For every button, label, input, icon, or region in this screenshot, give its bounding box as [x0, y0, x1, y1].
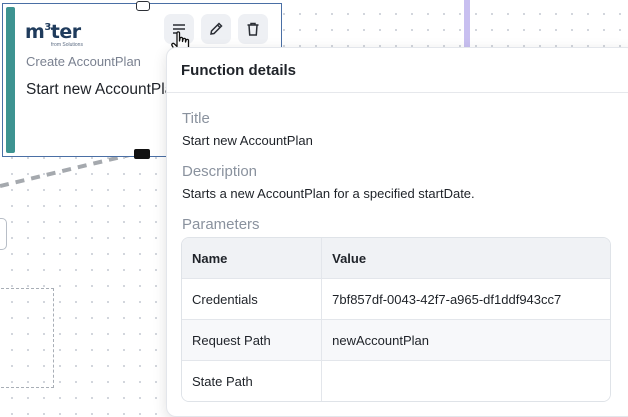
param-name: Credentials [182, 279, 323, 320]
dropzone-placeholder [0, 288, 54, 388]
partial-node[interactable] [0, 218, 7, 250]
popover-title: Function details [181, 61, 297, 79]
trash-icon [247, 22, 259, 36]
param-name: Request Path [182, 320, 323, 361]
node-accent-bar [6, 7, 15, 153]
brand-logo: m3ter from Solutions [25, 21, 83, 48]
edit-button[interactable] [201, 14, 231, 44]
column-header-value: Value [322, 238, 610, 279]
pencil-icon [210, 22, 223, 35]
node-title: Start new AccountPlan [26, 81, 182, 98]
popover-header: Function details [167, 48, 628, 93]
table-header-row: Name Value [182, 238, 610, 279]
param-value: newAccountPlan [322, 320, 610, 361]
node-subtitle: Create AccountPlan [26, 54, 141, 69]
param-value [322, 361, 610, 401]
adjacent-node-edge [464, 0, 470, 50]
title-value: Start new AccountPlan [182, 133, 313, 148]
parameters-label: Parameters [182, 216, 260, 233]
parameters-table: Name Value Credentials 7bf857df-0043-42f… [181, 237, 611, 402]
title-label: Title [182, 110, 210, 127]
table-row: Credentials 7bf857df-0043-42f7-a965-df1d… [182, 279, 610, 320]
table-row: State Path [182, 361, 610, 401]
input-handle[interactable] [136, 1, 150, 11]
output-handle[interactable] [134, 149, 150, 159]
param-value: 7bf857df-0043-42f7-a965-df1ddf943cc7 [322, 279, 610, 320]
function-details-popover: Function details Title Start new Account… [166, 47, 628, 417]
delete-button[interactable] [238, 14, 268, 44]
param-name: State Path [182, 361, 323, 401]
description-value: Starts a new AccountPlan for a specified… [182, 186, 475, 201]
column-header-name: Name [182, 238, 323, 279]
description-label: Description [182, 163, 258, 180]
table-row: Request Path newAccountPlan [182, 320, 610, 361]
